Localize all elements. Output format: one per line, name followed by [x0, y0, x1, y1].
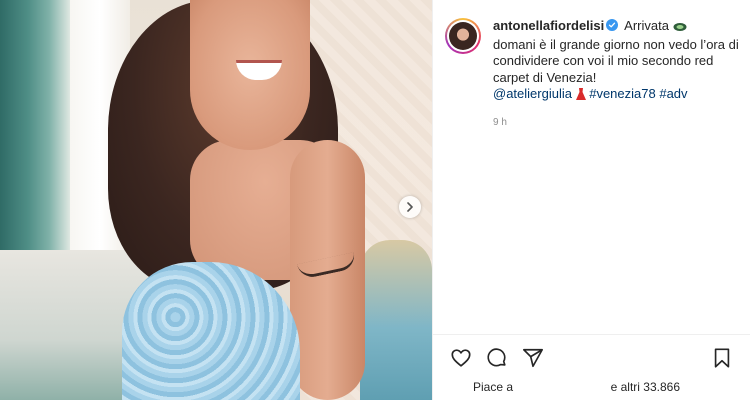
username-link[interactable]: antonellafiordelisi [493, 18, 604, 33]
bookmark-icon [714, 347, 730, 368]
heart-icon [451, 348, 471, 367]
avatar-ring [447, 20, 479, 52]
hashtag-link[interactable]: #adv [659, 86, 687, 101]
verified-badge-icon [606, 19, 619, 31]
mention-link[interactable]: @ateliergiulia [493, 86, 572, 101]
comment-icon [487, 347, 506, 366]
avatar-image [449, 22, 477, 50]
share-button[interactable] [515, 340, 551, 376]
hashtag-link[interactable]: #venezia78 [589, 86, 656, 101]
likes-label-left: Piace a [473, 380, 514, 394]
sparkle-emoji-icon [673, 20, 687, 37]
post-sidebar: antonellafiordelisi Arrivata domani è il… [432, 0, 750, 400]
action-bar [433, 334, 750, 380]
likes-summary: Piace a e altri 33.866 [433, 378, 750, 396]
instagram-post: antonellafiordelisi Arrivata domani è il… [0, 0, 750, 400]
chevron-right-icon [407, 202, 413, 212]
post-time[interactable]: 9 h [493, 115, 742, 132]
dress-emoji-icon [575, 88, 586, 105]
post-caption: antonellafiordelisi Arrivata domani è il… [445, 18, 742, 131]
caption-text: antonellafiordelisi Arrivata domani è il… [493, 18, 742, 131]
share-icon [523, 348, 543, 367]
save-button[interactable] [704, 340, 740, 376]
avatar[interactable] [445, 18, 481, 54]
next-photo-button[interactable] [399, 196, 421, 218]
post-photo[interactable] [0, 0, 432, 400]
caption-body: domani è il grande giorno non vedo l’ora… [493, 36, 739, 85]
comment-button[interactable] [479, 340, 515, 376]
like-button[interactable] [443, 340, 479, 376]
photo-chair [360, 240, 432, 400]
caption-lead: Arrivata [624, 18, 673, 33]
likes-count-link[interactable]: e altri 33.866 [611, 380, 680, 394]
